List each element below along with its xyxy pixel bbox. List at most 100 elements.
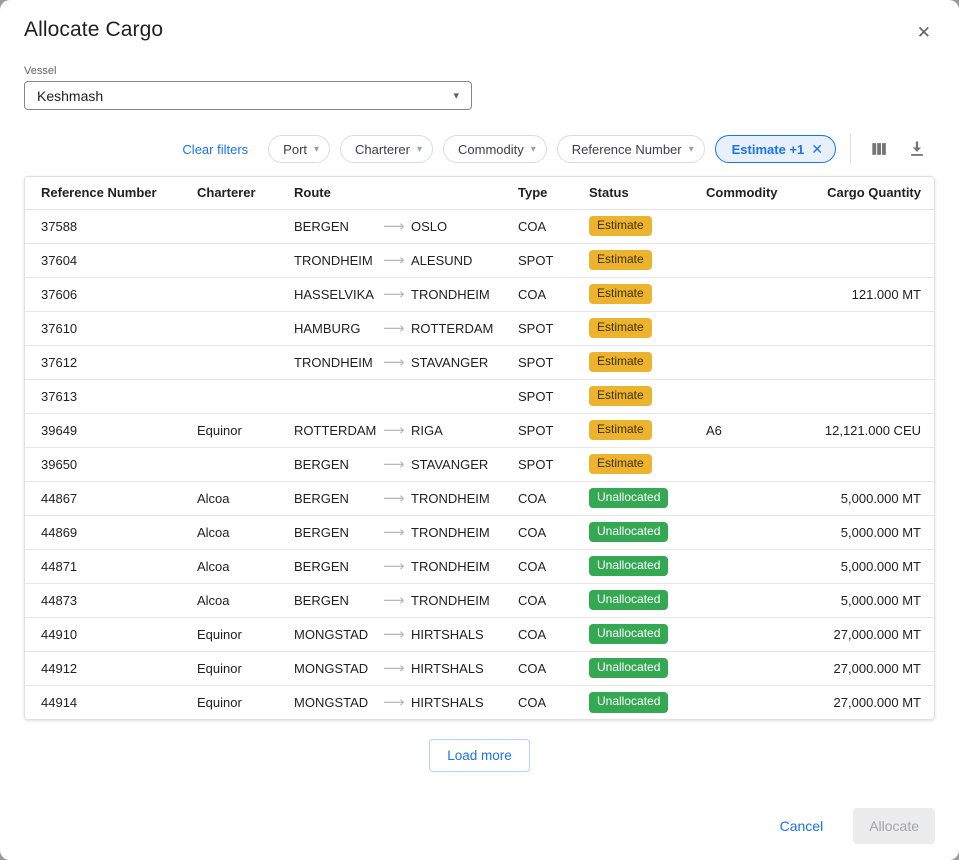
cargo-quantity-cell: [806, 345, 934, 379]
table-row[interactable]: 44873 Alcoa BERGEN ⟶ TRONDHEIM COA Unall…: [25, 583, 934, 617]
route-cell: HASSELVIKA ⟶ TRONDHEIM: [294, 277, 518, 311]
charterer-cell: [197, 209, 294, 243]
charterer-cell: Alcoa: [197, 481, 294, 515]
route-destination: RIGA: [411, 423, 443, 438]
table-row[interactable]: 44869 Alcoa BERGEN ⟶ TRONDHEIM COA Unall…: [25, 515, 934, 549]
route-arrow-icon: ⟶: [383, 523, 411, 541]
route-arrow-icon: ⟶: [383, 285, 411, 303]
route-arrow-icon: ⟶: [383, 557, 411, 575]
route-cell: BERGEN ⟶ TRONDHEIM: [294, 583, 518, 617]
table-row[interactable]: 37610 HAMBURG ⟶ ROTTERDAM SPOT Estimate: [25, 311, 934, 345]
route-cell: BERGEN ⟶ TRONDHEIM: [294, 481, 518, 515]
commodity-cell: [706, 685, 806, 719]
status-badge: Unallocated: [589, 590, 668, 611]
charterer-cell: Equinor: [197, 651, 294, 685]
route-destination: TRONDHEIM: [411, 593, 490, 608]
reference-number-cell: 44873: [25, 583, 197, 617]
route-destination: HIRTSHALS: [411, 627, 484, 642]
chevron-down-icon: ▾: [689, 144, 694, 155]
status-badge: Estimate: [589, 284, 652, 305]
table-row[interactable]: 37613 SPOT Estimate: [25, 379, 934, 413]
cargo-quantity-cell: [806, 209, 934, 243]
type-cell: COA: [518, 583, 589, 617]
column-header-route: Route: [294, 177, 518, 209]
download-icon[interactable]: [903, 135, 931, 163]
route-destination: ROTTERDAM: [411, 321, 493, 336]
route-origin: HAMBURG: [294, 321, 383, 336]
type-cell: COA: [518, 515, 589, 549]
chevron-down-icon: ▾: [531, 144, 536, 155]
status-cell: Unallocated: [589, 515, 706, 549]
status-cell: Estimate: [589, 209, 706, 243]
status-badge: Estimate: [589, 454, 652, 475]
commodity-cell: A6: [706, 413, 806, 447]
route-destination: HIRTSHALS: [411, 695, 484, 710]
commodity-cell: [706, 209, 806, 243]
route-origin: TRONDHEIM: [294, 355, 383, 370]
filter-chip-commodity[interactable]: Commodity ▾: [443, 135, 547, 163]
table-row[interactable]: 44912 Equinor MONGSTAD ⟶ HIRTSHALS COA U…: [25, 651, 934, 685]
route-arrow-icon: ⟶: [383, 455, 411, 473]
status-badge: Estimate: [589, 386, 652, 407]
column-header-charterer: Charterer: [197, 177, 294, 209]
commodity-cell: [706, 515, 806, 549]
chevron-down-icon: ▾: [453, 89, 459, 102]
clear-filters-link[interactable]: Clear filters: [182, 142, 248, 157]
chevron-down-icon: ▾: [417, 144, 422, 155]
table-row[interactable]: 37588 BERGEN ⟶ OSLO COA Estimate: [25, 209, 934, 243]
dialog-footer: Cancel Allocate: [24, 808, 935, 852]
status-badge: Unallocated: [589, 658, 668, 679]
charterer-cell: Equinor: [197, 685, 294, 719]
status-badge: Estimate: [589, 250, 652, 271]
commodity-cell: [706, 345, 806, 379]
table-row[interactable]: 37606 HASSELVIKA ⟶ TRONDHEIM COA Estimat…: [25, 277, 934, 311]
route-origin: MONGSTAD: [294, 627, 383, 642]
filter-chip-estimate-active[interactable]: Estimate +1 ✕: [715, 135, 836, 163]
close-icon[interactable]: ✕: [913, 20, 935, 45]
column-header-cargo-quantity: Cargo Quantity: [806, 177, 934, 209]
charterer-cell: [197, 311, 294, 345]
column-header-commodity: Commodity: [706, 177, 806, 209]
status-badge: Estimate: [589, 318, 652, 339]
commodity-cell: [706, 583, 806, 617]
reference-number-cell: 37610: [25, 311, 197, 345]
table-row[interactable]: 44910 Equinor MONGSTAD ⟶ HIRTSHALS COA U…: [25, 617, 934, 651]
cargo-quantity-cell: 27,000.000 MT: [806, 617, 934, 651]
reference-number-cell: 44869: [25, 515, 197, 549]
table-row[interactable]: 39650 BERGEN ⟶ STAVANGER SPOT Estimate: [25, 447, 934, 481]
route-destination: HIRTSHALS: [411, 661, 484, 676]
table-row[interactable]: 44914 Equinor MONGSTAD ⟶ HIRTSHALS COA U…: [25, 685, 934, 719]
route-origin: BERGEN: [294, 593, 383, 608]
status-cell: Estimate: [589, 379, 706, 413]
vessel-select-value: Keshmash: [37, 88, 103, 104]
status-cell: Estimate: [589, 413, 706, 447]
cancel-button[interactable]: Cancel: [770, 810, 834, 842]
route-destination: STAVANGER: [411, 457, 488, 472]
table-row[interactable]: 37604 TRONDHEIM ⟶ ALESUND SPOT Estimate: [25, 243, 934, 277]
vessel-select[interactable]: Keshmash ▾: [24, 81, 472, 110]
remove-filter-icon[interactable]: ✕: [811, 142, 823, 156]
table-row[interactable]: 44867 Alcoa BERGEN ⟶ TRONDHEIM COA Unall…: [25, 481, 934, 515]
load-more-button[interactable]: Load more: [429, 739, 530, 772]
commodity-cell: [706, 311, 806, 345]
filter-chip-port[interactable]: Port ▾: [268, 135, 330, 163]
status-cell: Unallocated: [589, 617, 706, 651]
type-cell: COA: [518, 651, 589, 685]
table-row[interactable]: 37612 TRONDHEIM ⟶ STAVANGER SPOT Estimat…: [25, 345, 934, 379]
route-arrow-icon: ⟶: [383, 489, 411, 507]
commodity-cell: [706, 481, 806, 515]
allocate-button[interactable]: Allocate: [853, 808, 935, 844]
cargo-quantity-cell: [806, 243, 934, 277]
filter-chip-reference-number[interactable]: Reference Number ▾: [557, 135, 705, 163]
commodity-cell: [706, 379, 806, 413]
columns-icon[interactable]: [865, 135, 893, 163]
filter-chip-charterer[interactable]: Charterer ▾: [340, 135, 433, 163]
table-row[interactable]: 44871 Alcoa BERGEN ⟶ TRONDHEIM COA Unall…: [25, 549, 934, 583]
route-cell: BERGEN ⟶ TRONDHEIM: [294, 549, 518, 583]
status-cell: Estimate: [589, 345, 706, 379]
route-destination: TRONDHEIM: [411, 559, 490, 574]
table-row[interactable]: 39649 Equinor ROTTERDAM ⟶ RIGA SPOT Esti…: [25, 413, 934, 447]
route-cell: MONGSTAD ⟶ HIRTSHALS: [294, 617, 518, 651]
charterer-cell: Equinor: [197, 617, 294, 651]
route-cell: MONGSTAD ⟶ HIRTSHALS: [294, 685, 518, 719]
